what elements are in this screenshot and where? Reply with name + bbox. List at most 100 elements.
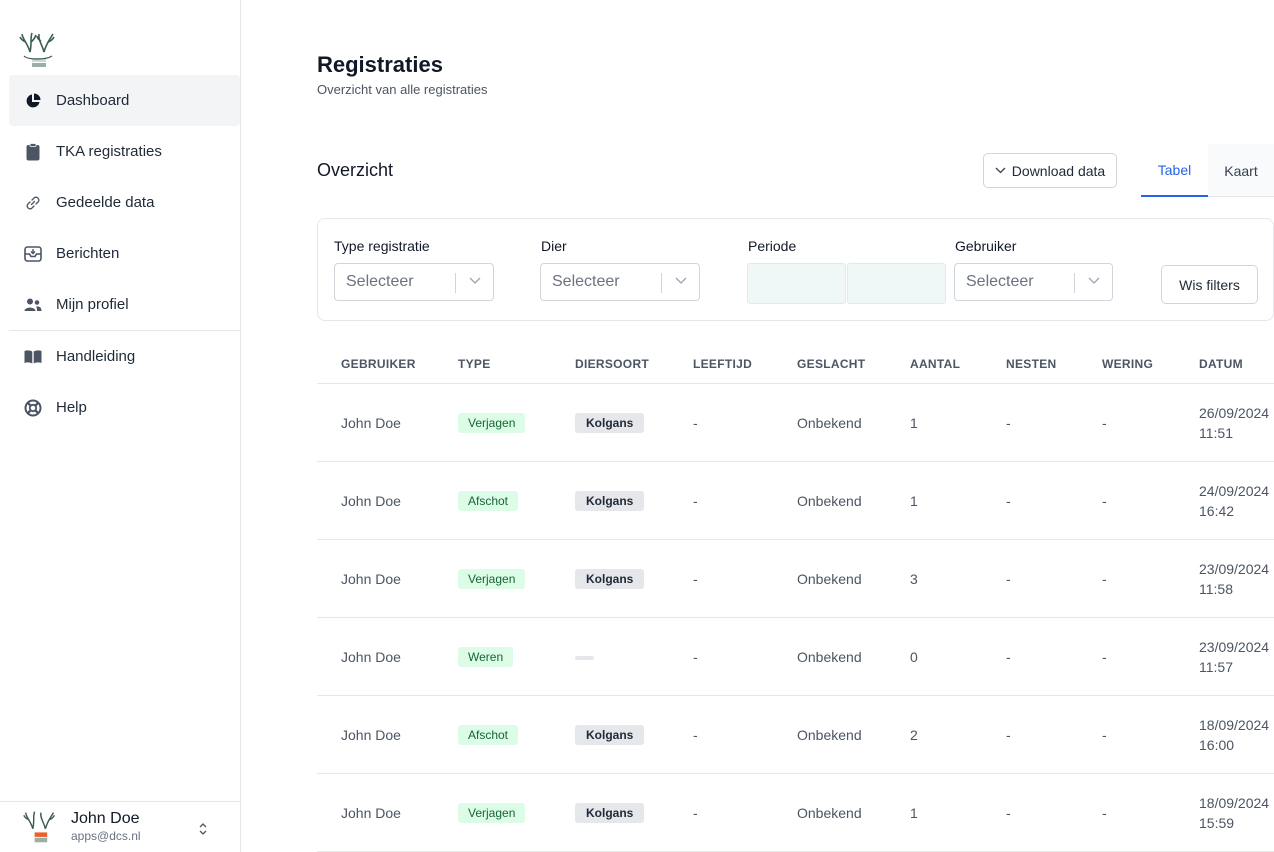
column-header-type[interactable]: TYPE [458,357,491,371]
sidebar-item-label: Mijn profiel [56,296,129,313]
diersoort-badge: Kolgans [575,491,645,511]
cell-aantal: 3 [910,571,918,587]
filter-panel: Type registratie Selecteer Dier Selectee… [317,218,1274,321]
chevron-down-icon [675,274,687,288]
periode-end-input[interactable] [847,263,946,304]
sidebar-nav: Dashboard TKA registraties Gedeelde data… [9,75,240,433]
sidebar-item-mijn-profiel[interactable]: Mijn profiel [9,279,240,330]
cell-wering: - [1102,649,1107,665]
cell-datum: 23/09/2024 11:57 [1199,637,1269,677]
cell-aantal: 2 [910,727,918,743]
tab-tabel[interactable]: Tabel [1141,144,1208,197]
column-header-geslacht[interactable]: GESLACHT [797,357,865,371]
sidebar-item-dashboard[interactable]: Dashboard [9,75,240,126]
sidebar-item-help[interactable]: Help [9,382,240,433]
cell-nesten: - [1006,493,1011,509]
clipboard-icon [24,142,42,161]
cell-geslacht: Onbekend [797,727,862,743]
type-badge: Verjagen [458,413,526,433]
cell-aantal: 1 [910,493,918,509]
cell-leeftijd: - [693,727,698,743]
pie-chart-icon [24,92,42,110]
cell-aantal: 0 [910,649,918,665]
cell-geslacht: Onbekend [797,805,862,821]
column-header-datum[interactable]: DATUM [1199,357,1243,371]
table-row[interactable]: John Doe Verjagen Kolgans - Onbekend 3 -… [317,540,1274,618]
select-placeholder: Selecteer [966,273,1034,290]
cell-gebruiker: John Doe [341,493,401,509]
column-header-gebruiker[interactable]: GEBRUIKER [341,357,416,371]
chevron-down-icon [995,165,1006,177]
cell-wering: - [1102,493,1107,509]
cell-datum: 24/09/2024 16:42 [1199,481,1269,521]
table-row[interactable]: John Doe Weren - Onbekend 0 - - 23/09/20… [317,618,1274,696]
tab-kaart[interactable]: Kaart [1208,144,1274,197]
table-row[interactable]: John Doe Verjagen Kolgans - Onbekend 1 -… [317,384,1274,462]
cell-wering: - [1102,415,1107,431]
sidebar-item-handleiding[interactable]: Handleiding [9,331,240,382]
user-info: John Doe apps@dcs.nl [71,810,141,844]
sidebar-item-berichten[interactable]: Berichten [9,228,240,279]
wis-filters-button[interactable]: Wis filters [1161,265,1258,304]
cell-time: 11:57 [1199,659,1233,675]
cell-gebruiker: John Doe [341,727,401,743]
cell-date: 18/09/2024 [1199,795,1270,811]
registraties-table: GEBRUIKER TYPE DIERSOORT LEEFTIJD GESLAC… [317,343,1274,852]
cell-nesten: - [1006,415,1011,431]
cell-gebruiker: John Doe [341,571,401,587]
cell-leeftijd: - [693,493,698,509]
gebruiker-select[interactable]: Selecteer [954,263,1113,301]
chevron-down-icon [469,274,481,288]
cell-geslacht: Onbekend [797,649,862,665]
column-header-nesten[interactable]: NESTEN [1006,357,1056,371]
type-registratie-select[interactable]: Selecteer [334,263,494,301]
cell-wering: - [1102,805,1107,821]
user-avatar [22,809,58,845]
user-name: John Doe [71,810,140,827]
sidebar-item-gedeelde-data[interactable]: Gedeelde data [9,177,240,228]
sidebar-item-label: Handleiding [56,348,136,365]
column-header-diersoort[interactable]: DIERSOORT [575,357,649,371]
select-separator [661,273,662,293]
cell-time: 11:51 [1199,425,1233,441]
cell-geslacht: Onbekend [797,493,862,509]
select-placeholder: Selecteer [346,273,414,290]
cell-time: 16:42 [1199,503,1235,519]
sidebar-item-label: Dashboard [56,92,130,109]
column-header-wering[interactable]: WERING [1102,357,1153,371]
faunaspot-logo[interactable] [18,30,58,70]
sidebar-item-tka-registraties[interactable]: TKA registraties [9,126,240,177]
page-title: Registraties [317,52,443,77]
user-email: apps@dcs.nl [71,829,141,843]
diersoort-badge: Kolgans [575,803,645,823]
table-row[interactable]: John Doe Afschot Kolgans - Onbekend 2 - … [317,696,1274,774]
diersoort-badge: Kolgans [575,413,645,433]
table-row[interactable]: John Doe Afschot Kolgans - Onbekend 1 - … [317,462,1274,540]
cell-datum: 26/09/2024 11:51 [1199,403,1269,443]
cell-date: 23/09/2024 [1199,561,1270,577]
table-row[interactable]: John Doe Verjagen Kolgans - Onbekend 1 -… [317,774,1274,852]
link-icon [24,194,42,212]
select-placeholder: Selecteer [552,273,620,290]
sidebar-item-label: Help [56,399,87,416]
cell-gebruiker: John Doe [341,415,401,431]
chevron-up-down-icon[interactable] [198,822,208,839]
sidebar-item-label: TKA registraties [56,143,162,160]
cell-geslacht: Onbekend [797,415,862,431]
periode-start-input[interactable] [747,263,846,304]
section-title: Overzicht [317,160,394,180]
type-badge: Afschot [458,491,519,511]
column-header-aantal[interactable]: AANTAL [910,357,960,371]
dier-select[interactable]: Selecteer [540,263,700,301]
download-data-button[interactable]: Download data [983,153,1117,188]
cell-aantal: 1 [910,805,918,821]
cell-aantal: 1 [910,415,918,431]
chevron-down-icon [1088,274,1100,288]
user-menu[interactable]: John Doe apps@dcs.nl [0,801,240,852]
type-badge: Weren [458,647,514,667]
cell-wering: - [1102,727,1107,743]
cell-datum: 23/09/2024 11:58 [1199,559,1269,599]
column-header-leeftijd[interactable]: LEEFTIJD [693,357,752,371]
periode-label: Periode [748,238,797,254]
cell-leeftijd: - [693,805,698,821]
